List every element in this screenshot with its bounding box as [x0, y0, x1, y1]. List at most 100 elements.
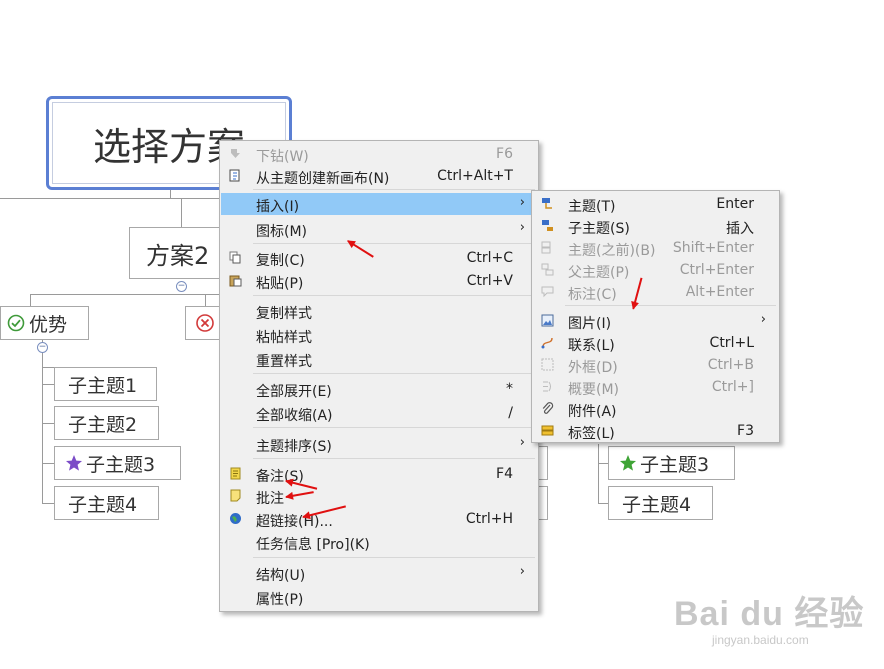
connector-line [0, 198, 222, 199]
connector-line [170, 190, 171, 199]
pros-topic-label: 优势 [29, 313, 68, 336]
insert-submenu: 主题(T) Enter 子主题(S) 插入 主题(之前)(B) Shift+En… [531, 190, 780, 443]
subtopic-node[interactable]: 子主题4 [608, 486, 713, 520]
menu-item-hyperlink[interactable]: 超链接(H)... Ctrl+H [221, 508, 537, 530]
menu-item-paste-style[interactable]: 粘帖样式 [221, 324, 537, 346]
menu-item-insert[interactable]: 插入(I) › [221, 193, 537, 215]
baidu-watermark: Bai du 经验 [674, 595, 865, 633]
star-icon [66, 455, 82, 471]
menu-separator [253, 373, 535, 374]
submenu-item-subtopic[interactable]: 子主题(S) 插入 [533, 215, 778, 237]
menu-item-collapse-all[interactable]: 全部收缩(A) / [221, 402, 537, 424]
subtopic-label: 子主题4 [68, 493, 138, 516]
chevron-right-icon: › [519, 564, 525, 579]
menu-item-comment[interactable]: 批注 [221, 485, 537, 507]
submenu-item-boundary[interactable]: 外框(D) Ctrl+B [533, 354, 778, 376]
menu-item-new-sheet-from-topic[interactable]: 从主题创建新画布(N) Ctrl+Alt+T [221, 165, 537, 187]
chevron-right-icon: › [519, 220, 525, 235]
chevron-right-icon: › [760, 312, 766, 327]
chevron-right-icon: › [519, 435, 525, 450]
subtopic-label: 子主题2 [68, 413, 138, 436]
subtopic-label: 子主题3 [640, 453, 710, 476]
notes-icon [230, 467, 241, 480]
chevron-right-icon: › [519, 195, 525, 210]
menu-separator [565, 305, 776, 306]
menu-item-structure[interactable]: 结构(U) › [221, 562, 537, 584]
label-icon [541, 425, 554, 436]
menu-item-icon[interactable]: 图标(M) › [221, 218, 537, 240]
submenu-item-image[interactable]: 图片(I) › [533, 310, 778, 332]
menu-item-paste[interactable]: 粘贴(P) Ctrl+V [221, 270, 537, 292]
subtopic-node[interactable]: 子主题4 [54, 486, 159, 520]
subtopic-node[interactable]: 子主题3 [54, 446, 181, 480]
menu-item-expand-all[interactable]: 全部展开(E) * [221, 378, 537, 400]
pros-topic[interactable]: 优势 [0, 306, 89, 340]
connector-line [42, 340, 43, 504]
connector-line [42, 367, 54, 368]
connector-line [30, 294, 222, 295]
image-icon [541, 314, 554, 327]
connector-line [42, 463, 54, 464]
menu-item-notes[interactable]: 备注(S) F4 [221, 463, 537, 485]
menu-item-reset-style[interactable]: 重置样式 [221, 348, 537, 370]
branch-topic-label: 方案2 [146, 241, 210, 270]
x-circle-icon [196, 314, 214, 332]
subtopic-label: 子主题1 [68, 374, 138, 397]
menu-item-copy[interactable]: 复制(C) Ctrl+C [221, 247, 537, 269]
subtopic-node[interactable]: 子主题2 [54, 406, 159, 440]
connector-line [181, 199, 182, 227]
menu-item-properties[interactable]: 属性(P) [221, 586, 537, 608]
submenu-item-relationship[interactable]: 联系(L) Ctrl+L [533, 332, 778, 354]
submenu-item-summary[interactable]: 概要(M) Ctrl+] [533, 376, 778, 398]
subtopic-label: 子主题4 [622, 493, 692, 516]
menu-separator [253, 557, 535, 558]
menu-item-task-info[interactable]: 任务信息 [Pro](K) [221, 531, 537, 553]
submenu-item-parent-topic[interactable]: 父主题(P) Ctrl+Enter [533, 259, 778, 281]
branch-topic[interactable]: 方案2 [129, 227, 229, 279]
globe-icon [230, 513, 241, 524]
subtopic-node[interactable]: 子主题3 [608, 446, 735, 480]
connector-line [42, 384, 54, 385]
menu-separator [253, 295, 535, 296]
menu-item-drill-down[interactable]: 下钻(W) F6 [221, 143, 537, 165]
menu-item-sort-topics[interactable]: 主题排序(S) › [221, 433, 537, 455]
context-menu: 下钻(W) F6 从主题创建新画布(N) Ctrl+Alt+T 插入(I) › … [219, 140, 539, 612]
watermark-url: jingyan.baidu.com [712, 633, 809, 647]
submenu-item-topic-before[interactable]: 主题(之前)(B) Shift+Enter [533, 237, 778, 259]
summary-icon [543, 381, 551, 392]
topic-before-icon [541, 241, 551, 254]
menu-separator [253, 243, 535, 244]
menu-separator [253, 189, 535, 190]
relationship-icon [541, 337, 553, 349]
comment-icon [230, 489, 241, 502]
callout-icon [541, 286, 554, 298]
connector-line [598, 503, 608, 504]
paste-icon [229, 275, 242, 287]
connector-line [42, 423, 54, 424]
collapse-toggle[interactable]: − [176, 281, 187, 292]
copy-icon [229, 251, 241, 264]
collapse-toggle[interactable]: − [37, 342, 48, 353]
paperclip-icon [542, 402, 554, 414]
submenu-item-attachment[interactable]: 附件(A) [533, 398, 778, 420]
star-icon [620, 455, 636, 471]
submenu-item-callout[interactable]: 标注(C) Alt+Enter [533, 281, 778, 303]
new-sheet-icon [229, 169, 240, 182]
subtopic-label: 子主题3 [86, 453, 156, 476]
menu-separator [253, 427, 535, 428]
submenu-item-label[interactable]: 标签(L) F3 [533, 420, 778, 442]
connector-line [30, 294, 31, 306]
drill-down-icon [231, 149, 240, 158]
submenu-item-topic[interactable]: 主题(T) Enter [533, 193, 778, 215]
connector-line [205, 294, 206, 306]
connector-line [598, 463, 608, 464]
connector-line [598, 444, 599, 504]
menu-item-copy-style[interactable]: 复制样式 [221, 300, 537, 322]
menu-separator [253, 458, 535, 459]
check-circle-icon [7, 314, 25, 332]
subtopic-node[interactable]: 子主题1 [54, 367, 157, 401]
boundary-icon [541, 358, 554, 371]
topic-icon [542, 198, 552, 209]
parent-topic-icon [541, 263, 554, 276]
subtopic-icon [542, 220, 553, 231]
